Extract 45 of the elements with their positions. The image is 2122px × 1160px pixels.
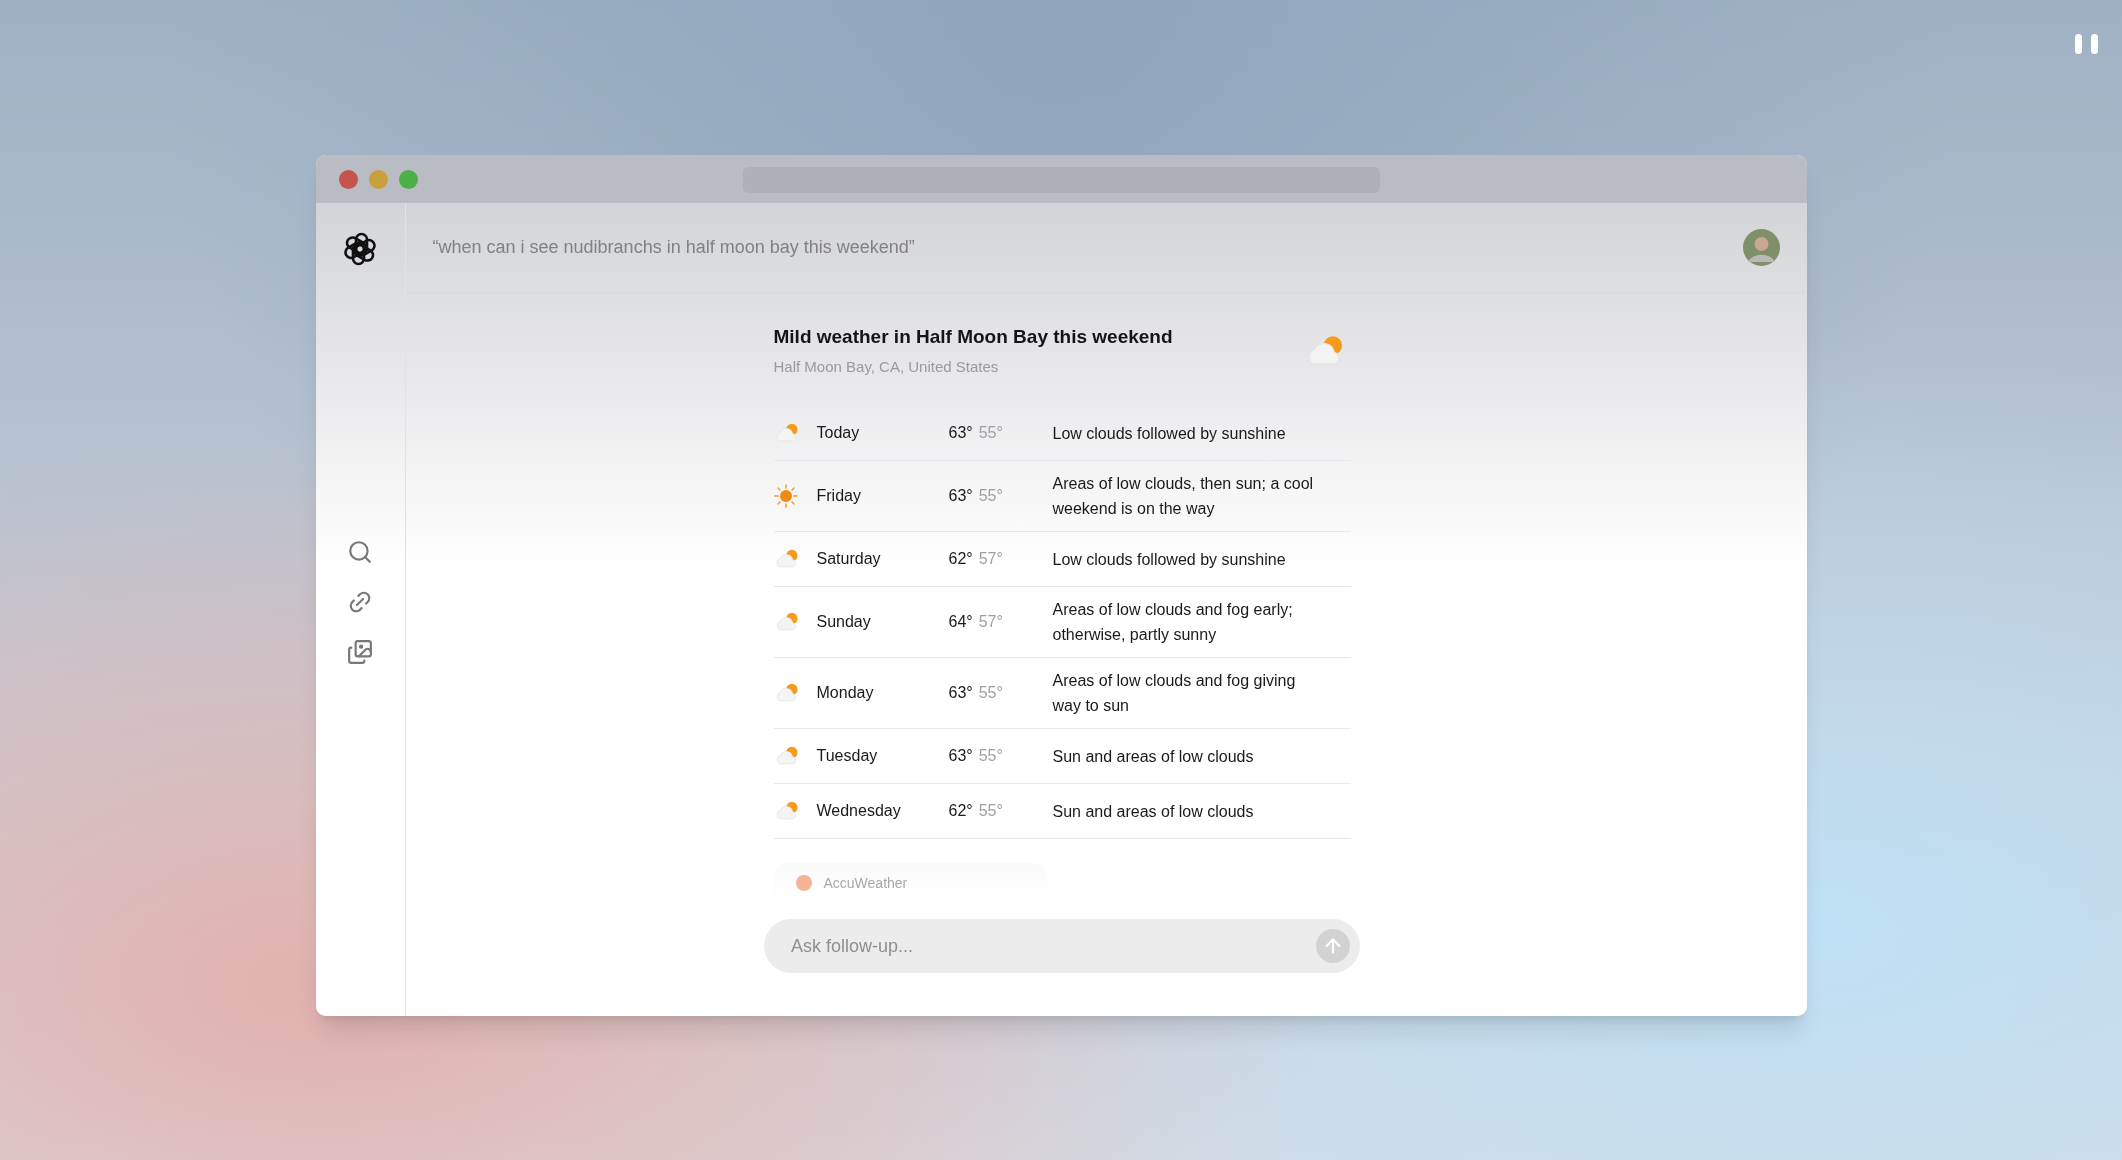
low-temp: 57° bbox=[978, 612, 1003, 632]
maximize-icon[interactable] bbox=[398, 169, 418, 189]
low-temp: 55° bbox=[978, 746, 1003, 766]
close-icon[interactable] bbox=[338, 169, 358, 189]
high-temp: 63° bbox=[948, 486, 973, 506]
cloud-sun-icon bbox=[773, 683, 800, 703]
day-label: Wednesday bbox=[816, 801, 902, 821]
forecast-summary: Low clouds followed by sunshine bbox=[1052, 423, 1287, 444]
day-label: Tuesday bbox=[816, 746, 879, 766]
cloud-sun-icon bbox=[773, 549, 800, 569]
forecast-summary: Sun and areas of low clouds bbox=[1052, 746, 1255, 767]
high-temp: 64° bbox=[948, 612, 973, 632]
location-text: Half Moon Bay, CA, United States bbox=[773, 356, 1000, 377]
card-title: Mild weather in Half Moon Bay this weekend bbox=[773, 325, 1173, 349]
day-label: Today bbox=[816, 423, 861, 443]
high-temp: 63° bbox=[948, 683, 973, 703]
low-temp: 57° bbox=[978, 549, 1003, 569]
low-temp: 55° bbox=[978, 486, 1003, 506]
high-temp: 63° bbox=[948, 746, 973, 766]
forecast-summary: Sun and areas of low clouds bbox=[1052, 801, 1255, 822]
source-name: AccuWeather bbox=[823, 873, 908, 893]
cloud-sun-icon bbox=[773, 746, 800, 766]
avatar[interactable] bbox=[1742, 229, 1780, 266]
high-temp: 62° bbox=[948, 801, 973, 821]
low-temp: 55° bbox=[978, 801, 1003, 821]
day-label: Sunday bbox=[816, 612, 872, 632]
day-label: Friday bbox=[816, 486, 862, 506]
cloud-sun-icon bbox=[773, 801, 800, 821]
day-label: Saturday bbox=[816, 549, 882, 569]
search-icon[interactable] bbox=[347, 539, 373, 565]
high-temp: 63° bbox=[948, 423, 973, 443]
followup-field[interactable]: Ask follow-up... bbox=[764, 919, 1360, 973]
forecast-summary: Areas of low clouds and fog giving way to sun bbox=[1052, 671, 1297, 716]
low-temp: 55° bbox=[978, 683, 1003, 703]
prompt-text: “when can i see nudibranchs in half moon bay this weekend” bbox=[432, 236, 915, 259]
images-icon[interactable] bbox=[347, 639, 373, 665]
low-temp: 55° bbox=[978, 423, 1003, 443]
pause-icon[interactable] bbox=[2075, 34, 2098, 54]
high-temp: 62° bbox=[948, 549, 973, 569]
forecast-summary: Areas of low clouds and fog early; otherwise, partly sunny bbox=[1052, 600, 1294, 645]
cloud-sun-icon bbox=[773, 612, 800, 632]
forecast-summary: Areas of low clouds, then sun; a cool weekend is on the way bbox=[1052, 474, 1315, 519]
forecast-summary: Low clouds followed by sunshine bbox=[1052, 549, 1287, 570]
day-label: Monday bbox=[816, 683, 875, 703]
minimize-icon[interactable] bbox=[368, 169, 388, 189]
